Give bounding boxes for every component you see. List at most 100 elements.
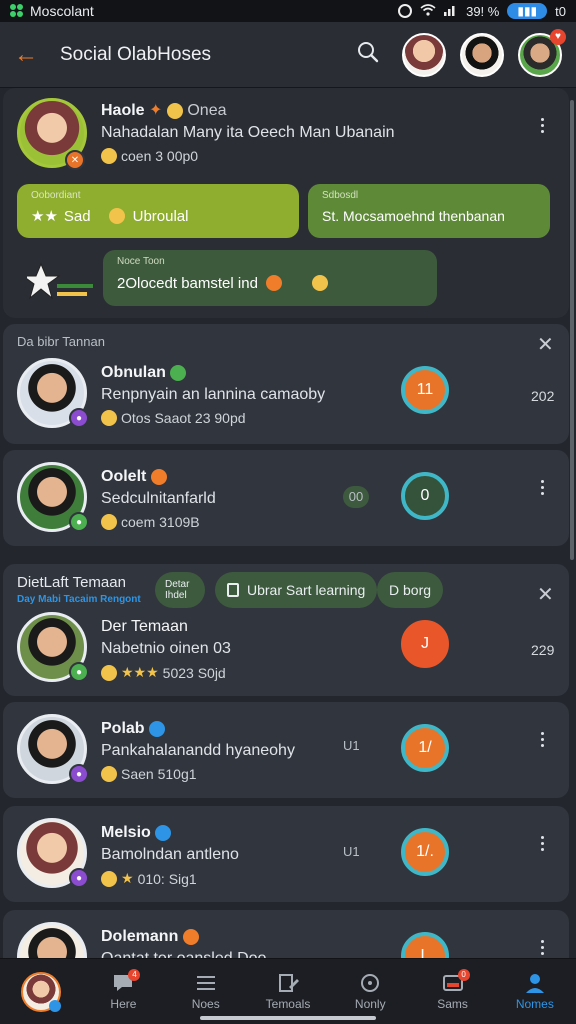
more-options-icon[interactable] bbox=[539, 732, 545, 747]
page-title: Social OlabHoses bbox=[60, 43, 212, 65]
side-tag: U1 bbox=[343, 844, 360, 859]
unread-ring[interactable]: 1/ bbox=[401, 724, 449, 772]
side-tag: 00 bbox=[343, 486, 369, 508]
home-indicator bbox=[200, 1016, 376, 1020]
tab-label: Noes bbox=[191, 996, 220, 1011]
signal-icon bbox=[444, 4, 458, 19]
bubble-text-2: Ubroulal bbox=[132, 207, 189, 225]
header-avatar-3[interactable]: ♥ bbox=[518, 28, 566, 77]
more-options-icon[interactable] bbox=[539, 118, 545, 133]
tab-profile[interactable] bbox=[0, 959, 82, 1024]
tab-noes[interactable]: Noes bbox=[165, 959, 247, 1024]
status-extra: t0 bbox=[555, 3, 566, 19]
contact-name: Haole ✦ Onea bbox=[101, 102, 227, 119]
header-avatar-1[interactable] bbox=[402, 32, 446, 77]
list-item[interactable]: ● Oolelt Sedculnitanfarld coem 3109B 00 … bbox=[3, 450, 569, 546]
smile-emoji-icon bbox=[166, 102, 183, 119]
message-bubble-1[interactable]: Oobordiant ★★ Sad Ubroulal bbox=[17, 184, 299, 238]
tab-here[interactable]: 4 Here bbox=[82, 959, 164, 1024]
globe-icon bbox=[155, 824, 172, 841]
emoji-icon bbox=[101, 410, 117, 426]
bubble-text: 2Olocedt bamstel ind bbox=[117, 274, 258, 292]
filter-chip-3[interactable]: D borg bbox=[377, 572, 444, 608]
stars-icon: ★★★ bbox=[121, 664, 159, 680]
battery-pill: ▮▮▮ bbox=[507, 3, 548, 19]
emoji-icon bbox=[101, 870, 117, 887]
tab-nonly[interactable]: Nonly bbox=[329, 959, 411, 1024]
emoji-icon bbox=[182, 928, 199, 945]
badge-icon: ● bbox=[69, 764, 89, 784]
contact-subtitle: Bamolndan antleno bbox=[101, 846, 239, 863]
chat-icon: 4 bbox=[112, 968, 141, 993]
filter-chip-2[interactable]: Ubrar Sart learning bbox=[215, 572, 378, 608]
check-badge-icon bbox=[170, 364, 187, 381]
emoji-icon bbox=[101, 766, 117, 782]
emoji-icon bbox=[108, 208, 125, 224]
unread-ring[interactable]: L bbox=[401, 932, 449, 958]
more-options-icon[interactable] bbox=[539, 836, 545, 851]
contact-meta: Otos Saaot 23 90pd bbox=[101, 410, 246, 426]
alarm-icon bbox=[398, 4, 413, 18]
header-avatar-2[interactable] bbox=[460, 32, 504, 77]
list-item[interactable]: ● Polab Pankahalanandd hyaneohy Saen 510… bbox=[3, 702, 569, 798]
scrollbar[interactable] bbox=[570, 100, 574, 560]
contact-name: Melsio bbox=[101, 824, 172, 842]
list-item[interactable]: Dolemann Oantat tor oansled Doo L bbox=[3, 910, 569, 958]
emoji-icon bbox=[265, 275, 282, 291]
count-label: 202 bbox=[531, 388, 555, 404]
bubble-caption: Oobordiant bbox=[31, 190, 81, 201]
tab-temoals[interactable]: Temoals bbox=[247, 959, 329, 1024]
unread-ring[interactable]: 0 bbox=[401, 472, 449, 520]
unread-ring[interactable]: 1/. bbox=[401, 828, 449, 876]
tab-sams[interactable]: 0 Sams bbox=[411, 959, 493, 1024]
search-icon[interactable] bbox=[356, 40, 380, 69]
list-item[interactable]: ● Melsio Bamolndan antleno ★ 010: Sig1 U… bbox=[3, 806, 569, 902]
count-label: 229 bbox=[531, 642, 555, 658]
emoji-icon bbox=[311, 275, 328, 291]
bubble-text: St. Mocsamoehnd thenbanan bbox=[322, 208, 505, 224]
app-bar: ← Social OlabHoses ♥ bbox=[0, 22, 576, 88]
contact-meta: coen 3 00p0 bbox=[101, 148, 198, 164]
side-tag: U1 bbox=[343, 738, 360, 753]
contact-name: Dolemann bbox=[101, 928, 199, 946]
edit-icon bbox=[277, 973, 299, 993]
tab-label: Here bbox=[110, 996, 137, 1011]
unread-ring[interactable]: J bbox=[401, 620, 449, 668]
message-bubble-3[interactable]: Noce Toon 2Olocedt bamstel ind bbox=[103, 250, 437, 306]
compass-icon bbox=[359, 973, 381, 993]
contact-meta: Saen 510g1 bbox=[101, 766, 197, 782]
tab-nomes[interactable]: Nomes bbox=[494, 959, 576, 1024]
unread-ring[interactable]: 11 bbox=[401, 366, 449, 414]
emoji-icon bbox=[150, 468, 167, 485]
avatar[interactable] bbox=[17, 922, 87, 958]
doc-icon bbox=[227, 583, 239, 597]
contact-subtitle: Oantat tor oansled Doo bbox=[101, 950, 266, 958]
tab-label: Temoals bbox=[265, 996, 311, 1011]
badge-icon: ● bbox=[69, 408, 89, 428]
arrow-left-icon[interactable]: ← bbox=[14, 41, 44, 69]
section-header: Da bibr Tannan bbox=[17, 334, 105, 349]
content-scroll[interactable]: ✕ Haole ✦ Onea Nahadalan Many ita Oeech … bbox=[0, 88, 576, 958]
contact-subtitle: Nahadalan Many ita Oeech Man Ubanain bbox=[101, 124, 395, 141]
star-icon: ★ bbox=[121, 870, 134, 886]
tab-label: Nomes bbox=[515, 996, 554, 1011]
sticker-icon bbox=[21, 258, 95, 306]
wifi-icon bbox=[420, 3, 436, 19]
clover-icon bbox=[10, 4, 24, 18]
contact-name: Der Temaan bbox=[101, 618, 188, 635]
emoji-icon bbox=[101, 148, 117, 164]
close-icon[interactable]: ✕ bbox=[537, 582, 554, 607]
battery-percent: 39! % bbox=[466, 3, 500, 19]
person-icon bbox=[524, 973, 546, 993]
more-options-icon[interactable] bbox=[539, 480, 545, 495]
close-icon[interactable]: ✕ bbox=[537, 332, 554, 357]
bubble-text: Sad bbox=[63, 207, 91, 225]
section-subheader: Day Mabi Tacaim Rengont bbox=[17, 594, 141, 605]
badge-icon: ● bbox=[69, 868, 89, 888]
contact-name: Polab bbox=[101, 720, 166, 738]
more-options-icon[interactable] bbox=[539, 940, 545, 955]
filter-chip-1[interactable]: Detar Ihdel bbox=[155, 572, 205, 608]
contact-meta: ★ 010: Sig1 bbox=[101, 870, 197, 887]
contact-meta: ★★★ 5023 S0jd bbox=[101, 664, 226, 681]
message-bubble-2[interactable]: Sdbosdl St. Mocsamoehnd thenbanan bbox=[308, 184, 550, 238]
